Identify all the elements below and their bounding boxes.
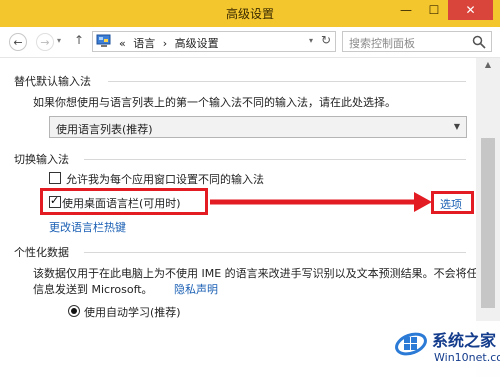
section-heading-switch-input: 切换输入法 bbox=[14, 153, 69, 166]
recent-pages-dropdown-icon[interactable]: ▾ bbox=[57, 36, 61, 45]
highlight-box-options-link bbox=[431, 191, 474, 214]
default-input-select[interactable]: 使用语言列表(推荐) ▼ bbox=[49, 116, 467, 138]
breadcrumb-overflow[interactable]: « bbox=[119, 37, 126, 50]
search-icon[interactable] bbox=[472, 35, 486, 49]
section-divider bbox=[84, 252, 466, 253]
chevron-down-icon: ▼ bbox=[453, 122, 460, 131]
back-button[interactable]: ← bbox=[9, 33, 27, 51]
breadcrumb-item-language[interactable]: 语言 bbox=[133, 37, 155, 50]
watermark-title: 系统之家 bbox=[432, 331, 497, 350]
breadcrumb-item-advanced[interactable]: 高级设置 bbox=[175, 37, 219, 50]
section-heading-personalization: 个性化数据 bbox=[14, 246, 69, 259]
refresh-icon[interactable]: ↻ bbox=[321, 33, 331, 47]
search-placeholder: 搜索控制面板 bbox=[349, 37, 415, 50]
address-bar[interactable]: « 语言 › 高级设置 ▾ ↻ bbox=[92, 31, 336, 52]
site-logo-icon bbox=[395, 332, 427, 356]
per-app-input-checkbox[interactable] bbox=[49, 172, 61, 184]
address-dropdown-icon[interactable]: ▾ bbox=[309, 36, 313, 45]
auto-learning-radio[interactable] bbox=[68, 305, 80, 317]
section-divider bbox=[84, 159, 466, 160]
personalization-description-line2: 信息发送到 Microsoft。 bbox=[33, 283, 153, 296]
section-heading-default-input: 替代默认输入法 bbox=[14, 75, 91, 88]
breadcrumb-separator[interactable]: › bbox=[163, 37, 167, 50]
minimize-button[interactable]: — bbox=[392, 0, 420, 20]
change-langbar-hotkeys-link[interactable]: 更改语言栏热键 bbox=[49, 219, 126, 235]
up-button[interactable]: ↑ bbox=[74, 33, 84, 47]
highlight-box-langbar-checkbox bbox=[40, 188, 208, 215]
breadcrumb: « 语言 › 高级设置 bbox=[119, 35, 223, 51]
watermark-url: Win10net.com bbox=[434, 351, 500, 364]
default-input-select-value: 使用语言列表(推荐) bbox=[56, 123, 153, 136]
privacy-statement-link[interactable]: 隐私声明 bbox=[174, 281, 218, 297]
per-app-input-label[interactable]: 允许我为每个应用窗口设置不同的输入法 bbox=[66, 171, 264, 187]
close-button[interactable]: ✕ bbox=[448, 0, 493, 20]
default-input-description: 如果你想使用与语言列表上的第一个输入法不同的输入法，请在此处选择。 bbox=[33, 96, 396, 109]
watermark: 系统之家 Win10net.com bbox=[388, 321, 500, 377]
section-divider bbox=[108, 81, 466, 82]
auto-learning-label[interactable]: 使用自动学习(推荐) bbox=[84, 304, 181, 320]
search-input[interactable]: 搜索控制面板 bbox=[342, 31, 492, 52]
control-panel-icon bbox=[96, 34, 111, 47]
address-row: ← → ▾ ↑ « 语言 › 高级设置 ▾ ↻ 搜索控制面板 bbox=[0, 27, 500, 58]
scrollbar-thumb[interactable] bbox=[481, 138, 495, 308]
forward-button[interactable]: → bbox=[36, 33, 54, 51]
maximize-button[interactable]: ☐ bbox=[420, 0, 448, 20]
personalization-description-line1: 该数据仅用于在此电脑上为不使用 IME 的语言来改进手写识别以及文本预测结果。不… bbox=[33, 267, 489, 280]
scroll-up-icon[interactable]: ▲ bbox=[476, 58, 500, 72]
radio-selected-dot bbox=[71, 308, 77, 314]
